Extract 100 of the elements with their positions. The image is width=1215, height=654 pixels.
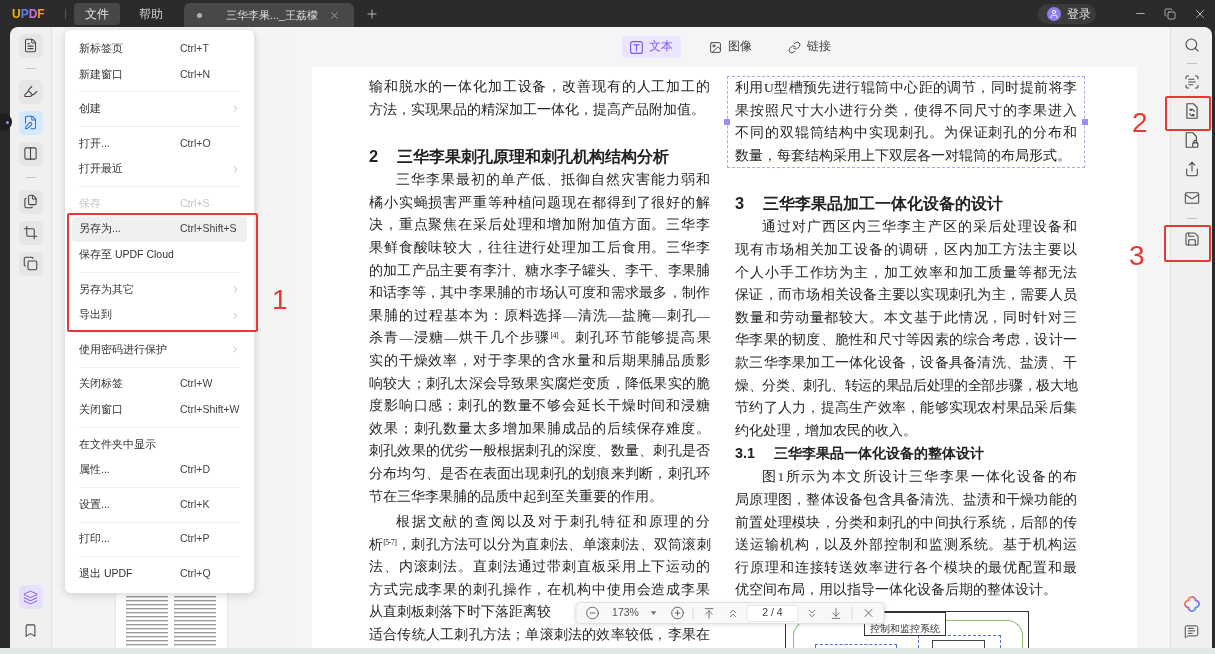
menu-item[interactable]: 关闭窗口 Ctrl+Shift+W (72, 397, 247, 423)
menu-item[interactable]: 另存为其它 (72, 276, 247, 303)
document-text-icon (23, 38, 38, 53)
shortcut-label: Ctrl+K (180, 496, 210, 512)
paragraph: 从直刺板刺落下时下落距离较 (369, 603, 551, 622)
shortcut-label: Ctrl+O (180, 135, 211, 151)
menu-item[interactable]: 打印... Ctrl+P (72, 526, 247, 553)
document-refresh-icon (1183, 102, 1200, 119)
rail-button[interactable] (18, 220, 43, 245)
highlighter-icon (23, 84, 38, 99)
menu-button[interactable]: 文件 (73, 2, 120, 25)
image-icon (708, 40, 722, 54)
document-lock-icon (1183, 131, 1200, 148)
heading-title: 三华李果品一体化设备的整体设计 (773, 443, 984, 463)
app-logo: UPDF (12, 7, 45, 20)
rail-button[interactable] (18, 79, 43, 104)
scan-text-icon (1183, 73, 1200, 90)
shortcut-label: Ctrl+P (180, 531, 210, 547)
toolbar-tab[interactable]: 链接 (779, 36, 839, 58)
annotation-box (1165, 96, 1211, 131)
menu-item[interactable]: 另存为... Ctrl+Shift+S (72, 216, 247, 243)
document-tab[interactable]: 三华李果..._王荔檬 (183, 3, 354, 27)
page-field[interactable]: 2 / 4 (746, 604, 799, 622)
caret-icon (650, 611, 657, 615)
menu-item[interactable]: 新建窗口 Ctrl+N (72, 61, 247, 88)
menu-item[interactable]: 关闭标签 Ctrl+W (72, 371, 247, 398)
shortcut-label: Ctrl+W (180, 376, 213, 392)
comment-icon (1184, 623, 1199, 639)
shortcut-label: Ctrl+Shift+S (180, 221, 237, 237)
menu-item[interactable]: 设置... Ctrl+K (72, 491, 247, 518)
menu-item[interactable]: 打开... Ctrl+O (72, 130, 247, 157)
search-icon (1183, 37, 1200, 53)
plus-icon (364, 6, 379, 21)
menu-item[interactable]: 打开最近 (72, 156, 247, 182)
menu-item[interactable]: 属性... Ctrl+D (72, 457, 247, 483)
resize-handle[interactable] (1082, 119, 1088, 126)
heading-title: 三华李果刺孔原理和刺孔机构结构分析 (397, 145, 670, 167)
rail-button[interactable] (18, 189, 43, 214)
paragraph: 输和脱水的一体化加工设备，改善现有的人工加工的 方法，实现果品的精深加工一体化，提高产品附加值。 (369, 78, 710, 119)
annotation-box (1164, 225, 1211, 262)
link-icon (787, 40, 801, 54)
paragraph: 适合传统人工刺孔方法；单滚刺法的效率较低，李果在 (369, 626, 710, 645)
restore-icon (1164, 7, 1176, 20)
menu-item[interactable]: 在文件夹中显示 (72, 431, 247, 458)
rail-button[interactable] (18, 33, 43, 58)
menu-item[interactable]: 保存至 UPDF Cloud (72, 242, 247, 268)
colorful-clover-icon (1183, 596, 1200, 612)
shortcut-label: Ctrl+T (180, 40, 209, 56)
module-box (932, 639, 985, 648)
mail-icon (1183, 189, 1200, 206)
layers-icon (23, 589, 38, 605)
stacked-squares-icon (23, 256, 38, 271)
paragraph: 根据文献的查阅以及对于刺孔特征和原理的分 析$^{[5-7]}$，刺孔方法可以分为直刺法、单滚刺法、双筒滚刺 法、内滚刺法。直刺法通过带刺直板采用上下运动的 方式完成李果的刺孔操作，在机构中使用会造成李果 (369, 513, 710, 599)
shortcut-label: Ctrl+N (180, 66, 211, 82)
save-icon (1183, 230, 1200, 247)
pages-icon (23, 194, 38, 209)
menu-button[interactable]: 帮助 (127, 2, 174, 25)
bookmark-icon (23, 622, 38, 638)
text-box-icon (629, 40, 643, 54)
crop-icon (23, 225, 38, 240)
annotation-number: 1 (272, 286, 288, 314)
close-icon (861, 606, 875, 620)
tab-title: 三华李果..._王荔檬 (225, 7, 318, 23)
menu-item[interactable]: 退出 UPDF Ctrl+Q (72, 561, 247, 587)
shortcut-label: Ctrl+S (180, 195, 210, 211)
menu-item[interactable]: 新标签页 Ctrl+T (72, 36, 247, 62)
close-icon (329, 9, 341, 21)
minus-circle-icon (585, 606, 599, 620)
toolbar-tab[interactable]: 图像 (700, 36, 760, 58)
arrow-down-to-line-icon (829, 606, 843, 620)
sidebar-handle[interactable] (0, 113, 12, 131)
annotation-number: 3 (1129, 242, 1145, 270)
heading-number: 2 (369, 145, 379, 167)
paragraph: 图1所示为本文所设计三华李果一体化设备的布 局原理图，整体设备包含具备清洗、盐渍和干燥功能的 前置处理模块，分类和刺孔的中间执行系统，后部的传 送运输机构，以及外部控制和监测系统。基于机构运 行原理和连接转送效率进行各个模块的最优配置和最 优空间布局，用以指导一体化设备后期的整体设计。 (735, 468, 1077, 600)
plus-circle-icon (670, 606, 684, 620)
annotation-number: 2 (1132, 109, 1148, 137)
heading-title: 三华李果品加工一体化设备的设计 (763, 193, 1004, 215)
menu-item[interactable]: 导出到 (72, 302, 247, 328)
heading-number: 3.1 (735, 443, 755, 463)
rail-button[interactable] (18, 141, 43, 166)
columns-icon (23, 146, 38, 161)
menu-item[interactable]: 使用密码进行保护 (72, 336, 247, 363)
paragraph: 通过对广西区内三华李主产区的采后处理设备和 现有市场相关加工设备的调研，区内加工方法主要以 个人小手工作坊为主，加工效率和加工质量等都无法 保证，而市场相关设备主要以实现刺孔为主，需要人员 数量和劳动量都较大。本文基于此情况，同时针对三 华李果的韧度、脆性和尺寸等因素的综合考虑，设计一 款三华李果加工一体化设备，设备具备清洗、盐渍、干 燥、分类、刺孔、转运的果品后处理的全部步骤，极大地 节约了人力，提高生产效率，能够实现农村果品采后集 约化处理，增加农民的收入。 (735, 218, 1077, 440)
document-pen-icon (23, 115, 38, 130)
shortcut-label: Ctrl+Q (180, 566, 211, 581)
arrow-up-to-line-icon (702, 606, 716, 620)
rail-button[interactable] (18, 110, 43, 135)
shortcut-label: Ctrl+D (180, 462, 211, 478)
share-icon (1183, 160, 1200, 177)
menu-item[interactable]: 创建 (72, 96, 247, 122)
resize-handle[interactable] (724, 119, 730, 126)
toolbar-tab[interactable]: 文本 (621, 36, 681, 58)
paragraph: 三华李果最初的单产低、抵御自然灾害能力弱和 橘小实蝇损害严重等种植问题现在都得到了很好的解 决，重点聚焦在采后处理和增加附加值方面。三华李 果鲜食酸味较大，往往进行处理加工后食用。三华李 的加工产品主要有李汁、糖水李子罐头、李干、李果脯 和话李等，其中李果脯的市场认可度和需求最多，制作 果脯的过程基本为：原料选择—清洗—盐腌—刺孔— 杀青—浸糖—烘干几个步骤$^{[4]}$。刺孔环节能够提高果 实的干燥效率，对于李果的含水量和后期果脯品质影 响较大；刺孔太深会导致果实腐烂变质，降低果实的脆 度影响口感；刺孔的数量不够会延长干燥时间和浸糖 效果；刺孔数量太多增加果脯成品的后续保存难度。 刺孔效果的优劣一般根据刺孔的深度、数量、刺孔是否 分布均匀、是否在表面出现刺孔的划痕来判断，刺孔环 节在三华李果脯的品质中起到至关重要的作用。 (369, 171, 710, 506)
heading-number: 3 (735, 193, 745, 215)
shortcut-label: Ctrl+Shift+W (180, 402, 240, 418)
avatar-icon (1047, 6, 1061, 21)
page-thumbnail-drawing[interactable] (115, 592, 227, 648)
rail-button[interactable] (18, 251, 43, 276)
zoom-dropdown[interactable]: 173% (605, 603, 664, 623)
login-button[interactable]: 登录 (1038, 3, 1096, 24)
